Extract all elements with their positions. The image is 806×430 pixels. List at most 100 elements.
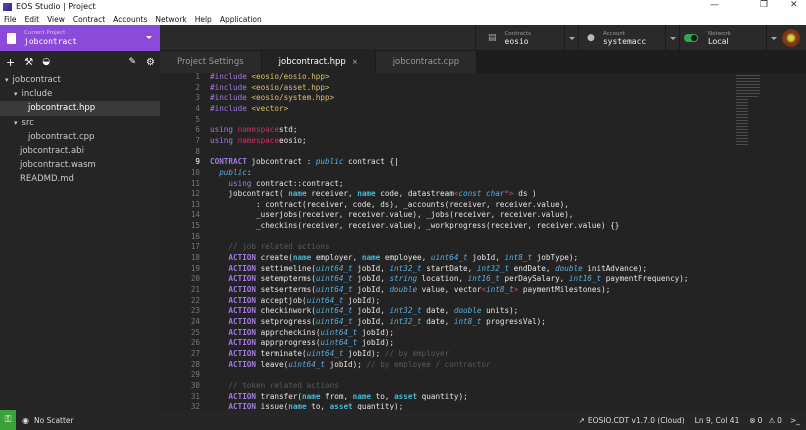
error-count[interactable]: 0 bbox=[758, 416, 763, 425]
code-token: ACTION bbox=[228, 348, 257, 358]
code-token: from, bbox=[320, 391, 353, 401]
tree-item[interactable]: ▾ jobcontract bbox=[0, 73, 160, 87]
menu-help[interactable]: Help bbox=[195, 15, 212, 24]
code-line[interactable]: ACTION apprcheckins(uint64_t jobId); bbox=[210, 328, 394, 337]
account-dropdown[interactable] bbox=[665, 25, 679, 51]
code-token: ACTION bbox=[228, 253, 257, 263]
cursor-position[interactable]: Ln 9, Col 41 bbox=[695, 416, 740, 425]
code-line[interactable]: ACTION setempterms(uint64_t jobId, strin… bbox=[210, 274, 688, 284]
code-token: jobId, bbox=[352, 285, 390, 294]
code-line[interactable]: using namespacestd; bbox=[210, 125, 297, 134]
tree-item[interactable]: jobcontract.abi bbox=[0, 144, 160, 158]
menu-application[interactable]: Application bbox=[220, 15, 262, 24]
hammer-icon: ↗ bbox=[578, 415, 585, 425]
code-line[interactable]: ACTION issue(name to, asset quantity); bbox=[210, 402, 403, 410]
menu-contract[interactable]: Contract bbox=[73, 15, 105, 24]
network-selector[interactable]: Network Local bbox=[679, 25, 780, 51]
project-selector[interactable]: Current Project jobcontract bbox=[0, 25, 160, 51]
code-token: double bbox=[555, 263, 583, 273]
code-line[interactable]: ACTION terminate(uint64_t jobId); // by … bbox=[210, 349, 449, 358]
add-icon[interactable]: + bbox=[6, 56, 15, 69]
code-line[interactable]: ACTION acceptjob(uint64_t jobId); bbox=[210, 296, 380, 305]
tab-project-settings[interactable]: Project Settings bbox=[160, 51, 262, 73]
code-line[interactable]: #include <eosio/eosio.hpp> bbox=[210, 73, 330, 81]
maximize-button[interactable]: ❐ bbox=[760, 0, 768, 10]
cdt-version[interactable]: EOSIO.CDT v1.7.0 (Cloud) bbox=[588, 416, 685, 425]
gear-icon[interactable]: ⚙ bbox=[146, 57, 155, 68]
code-line[interactable]: _checkins(receiver, receiver.value), _wo… bbox=[210, 221, 619, 230]
network-dropdown[interactable] bbox=[766, 25, 780, 51]
code-line[interactable]: ACTION checkinwork(uint64_t jobId, int32… bbox=[210, 306, 518, 315]
code-token: quantity); bbox=[352, 402, 404, 410]
scatter-status[interactable]: No Scatter bbox=[34, 416, 74, 425]
avatar[interactable] bbox=[782, 29, 800, 47]
code-line[interactable]: ACTION setserterms(uint64_t jobId, doubl… bbox=[210, 285, 610, 294]
code-line[interactable]: : contract(receiver, code, ds), _account… bbox=[210, 200, 569, 209]
tree-item[interactable]: jobcontract.wasm bbox=[0, 158, 160, 172]
menu-network[interactable]: Network bbox=[155, 15, 186, 24]
tree-item[interactable]: jobcontract.hpp bbox=[0, 101, 160, 116]
tab-jobcontract-hpp[interactable]: jobcontract.hpp × bbox=[261, 51, 376, 73]
line-number: 24 bbox=[190, 316, 200, 326]
tree-item[interactable]: ▾ src bbox=[0, 116, 160, 130]
contracts-dropdown[interactable] bbox=[564, 25, 578, 51]
tree-item-label: jobcontract.cpp bbox=[28, 131, 95, 142]
code-line[interactable]: _userjobs(receiver, receiver.value), _jo… bbox=[210, 210, 573, 219]
chevron-down-icon: ▾ bbox=[14, 118, 18, 127]
code-line[interactable]: ACTION transfer(name from, name to, asse… bbox=[210, 391, 467, 401]
line-number: 16 bbox=[190, 231, 200, 241]
code-line[interactable]: ACTION leave(uint64_t jobId); // by empl… bbox=[210, 360, 490, 369]
tab-jobcontract-cpp[interactable]: jobcontract.cpp bbox=[375, 51, 478, 73]
code-token: name bbox=[357, 189, 376, 199]
code-line[interactable]: ACTION setprogress(uint64_t jobId, int32… bbox=[210, 317, 545, 326]
code-token: uint64_t bbox=[306, 348, 344, 358]
menu-bar: File Edit View Contract Accounts Network Help A… bbox=[0, 13, 806, 25]
warning-count[interactable]: 0 bbox=[777, 416, 782, 425]
code-line[interactable]: #include <eosio/asset.hpp> bbox=[210, 83, 330, 92]
scatter-icon: ◉ bbox=[22, 415, 29, 425]
contracts-value: eosio bbox=[504, 36, 529, 46]
minimize-button[interactable]: — bbox=[710, 0, 719, 10]
menu-file[interactable]: File bbox=[4, 15, 17, 24]
code-line[interactable]: #include <vector> bbox=[210, 104, 288, 113]
code-line[interactable]: // job related actions bbox=[210, 242, 329, 251]
docker-icon[interactable]: ◒ bbox=[42, 57, 50, 67]
menu-accounts[interactable]: Accounts bbox=[113, 15, 147, 24]
line-number: 7 bbox=[195, 135, 200, 145]
code-token: std; bbox=[279, 125, 298, 135]
code-line[interactable]: CONTRACT jobcontract : public contract {… bbox=[210, 157, 399, 166]
key-icon[interactable]: ⚿ bbox=[0, 410, 16, 430]
line-number: 12 bbox=[190, 189, 200, 199]
hammer-icon[interactable]: ⚒ bbox=[24, 57, 33, 68]
line-number: 28 bbox=[190, 359, 200, 369]
menu-view[interactable]: View bbox=[47, 15, 65, 24]
code-line[interactable]: using contract::contract; bbox=[210, 179, 343, 188]
terminal-icon[interactable]: >_ bbox=[790, 416, 800, 425]
tree-item-label: src bbox=[21, 117, 34, 128]
network-toggle[interactable] bbox=[684, 34, 698, 42]
code-token: ACTION bbox=[228, 274, 257, 284]
tree-item[interactable]: READMD.md bbox=[0, 172, 160, 186]
tree-item[interactable]: jobcontract.cpp bbox=[0, 130, 160, 144]
tree-item[interactable]: ▾ include bbox=[0, 87, 160, 101]
code-line[interactable]: public: bbox=[210, 168, 251, 177]
code-line[interactable]: #include <eosio/system.hpp> bbox=[210, 93, 334, 102]
code-editor[interactable]: 1 #include <eosio/eosio.hpp> 2 #include <eo… bbox=[160, 73, 806, 410]
account-selector[interactable]: ● Account systemacc bbox=[578, 25, 679, 51]
code-line[interactable]: jobcontract( name receiver, name code, d… bbox=[210, 189, 536, 199]
close-button[interactable]: ✕ bbox=[790, 0, 798, 10]
code-line[interactable]: ACTION create(name employer, name employ… bbox=[210, 253, 578, 262]
contracts-selector[interactable]: ▤ Contracts eosio bbox=[475, 25, 578, 51]
code-token: #include bbox=[210, 103, 252, 113]
code-line[interactable]: ACTION apprprogress(uint64_t jobId); bbox=[210, 338, 394, 347]
close-icon[interactable]: × bbox=[352, 58, 358, 66]
minimap[interactable] bbox=[736, 75, 760, 145]
code-line[interactable]: using namespaceeosio; bbox=[210, 136, 307, 145]
menu-edit[interactable]: Edit bbox=[25, 15, 40, 24]
line-number: 20 bbox=[190, 274, 200, 284]
pen-icon[interactable]: ✎ bbox=[128, 57, 136, 67]
code-line[interactable]: ACTION settimeline(uint64_t jobId, int32… bbox=[210, 264, 647, 273]
code-token: int32_t bbox=[389, 263, 422, 273]
code-line[interactable]: // token related actions bbox=[210, 381, 338, 390]
